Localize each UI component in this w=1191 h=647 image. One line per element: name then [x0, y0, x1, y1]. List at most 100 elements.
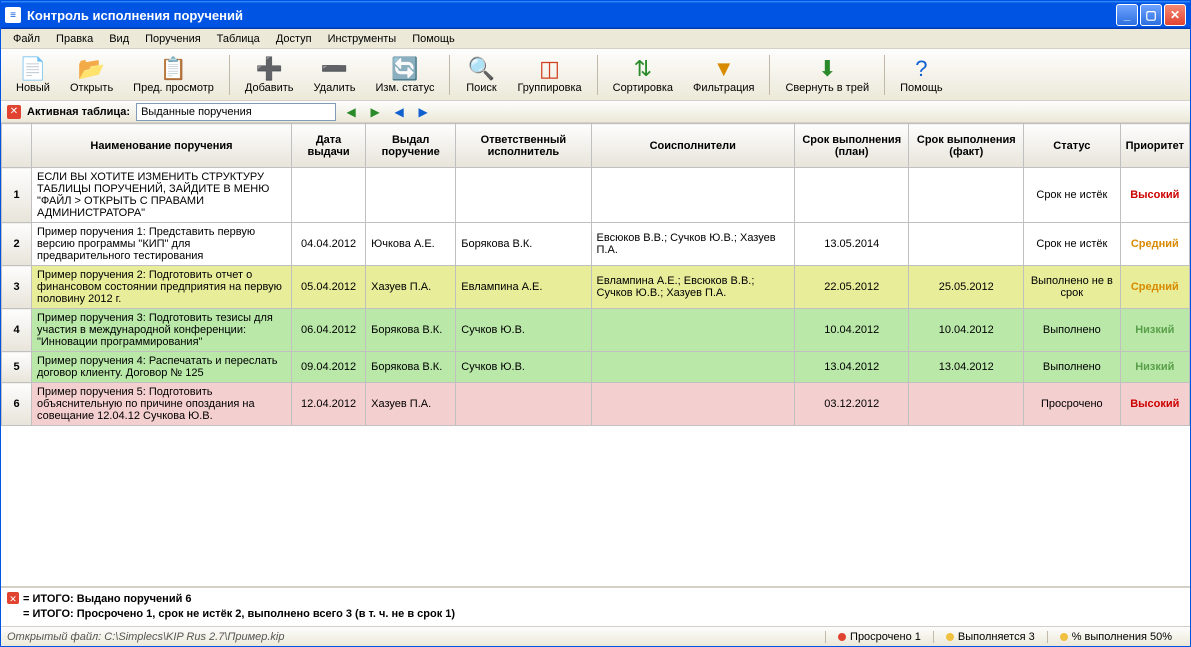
menu-Поручения[interactable]: Поручения	[137, 31, 209, 47]
status-overdue: Просрочено 1	[825, 631, 933, 643]
status-button[interactable]: 🔄Изм. статус	[367, 53, 444, 97]
filter-button[interactable]: ▼Фильтрация	[684, 53, 763, 97]
table-row[interactable]: 4Пример поручения 3: Подготовить тезисы …	[2, 309, 1190, 352]
menu-Помощь[interactable]: Помощь	[404, 31, 463, 47]
menu-Вид[interactable]: Вид	[101, 31, 137, 47]
cell	[591, 309, 794, 352]
open-file-label: Открытый файл: C:\Simplecs\KIP Rus 2.7\П…	[7, 631, 284, 643]
col-header[interactable]: Наименование поручения	[32, 124, 292, 168]
titlebar: ≡ Контроль исполнения поручений _ ▢ ✕	[1, 1, 1190, 29]
table-area[interactable]: Наименование порученияДата выдачиВыдал п…	[1, 123, 1190, 587]
col-header[interactable]: Ответственный исполнитель	[456, 124, 591, 168]
cell: Борякова В.К.	[366, 352, 456, 383]
close-table-button[interactable]: ✕	[7, 105, 21, 119]
cell: Выполнено	[1024, 309, 1121, 352]
toolbar: 📄Новый📂Открыть📋Пред. просмотр ➕Добавить➖У…	[1, 49, 1190, 101]
cell: Срок не истёк	[1024, 168, 1121, 223]
help-button[interactable]: ?Помощь	[891, 53, 952, 97]
cell: 04.04.2012	[292, 223, 366, 266]
menu-Доступ[interactable]: Доступ	[268, 31, 320, 47]
cell: 22.05.2012	[795, 266, 909, 309]
col-header[interactable]: Выдал поручение	[366, 124, 456, 168]
sort-button[interactable]: ⇅Сортировка	[604, 53, 682, 97]
open-button[interactable]: 📂Открыть	[61, 53, 122, 97]
summary-panel: ✕= ИТОГО: Выдано поручений 6 = ИТОГО: Пр…	[1, 587, 1190, 626]
status-percent: % выполнения 50%	[1047, 631, 1184, 643]
menu-Файл[interactable]: Файл	[5, 31, 48, 47]
col-header[interactable]: Статус	[1024, 124, 1121, 168]
nav-prev-blue-icon[interactable]: ◀	[390, 103, 408, 121]
preview-button[interactable]: 📋Пред. просмотр	[124, 53, 223, 97]
summary-line2: = ИТОГО: Просрочено 1, срок не истёк 2, …	[23, 608, 455, 620]
sort-label: Сортировка	[613, 82, 673, 94]
cell: Срок не истёк	[1024, 223, 1121, 266]
summary-line1: = ИТОГО: Выдано поручений 6	[23, 593, 192, 605]
open-label: Открыть	[70, 82, 113, 94]
cell	[591, 383, 794, 426]
table-row[interactable]: 3Пример поручения 2: Подготовить отчет о…	[2, 266, 1190, 309]
yellow-dot-icon	[1060, 633, 1068, 641]
cell: 1	[2, 168, 32, 223]
nav-prev-green-icon[interactable]: ◀	[342, 103, 360, 121]
table-row[interactable]: 5Пример поручения 4: Распечатать и перес…	[2, 352, 1190, 383]
table-row[interactable]: 1ЕСЛИ ВЫ ХОТИТЕ ИЗМЕНИТЬ СТРУКТУРУ ТАБЛИ…	[2, 168, 1190, 223]
cell: 05.04.2012	[292, 266, 366, 309]
nav-next-green-icon[interactable]: ▶	[366, 103, 384, 121]
cell: Ючкова А.Е.	[366, 223, 456, 266]
status-label: Изм. статус	[376, 82, 435, 94]
cell: Хазуев П.А.	[366, 383, 456, 426]
col-header[interactable]: Приоритет	[1120, 124, 1189, 168]
cell: 13.04.2012	[909, 352, 1024, 383]
col-header[interactable]: Соисполнители	[591, 124, 794, 168]
active-table-input[interactable]	[136, 103, 336, 121]
status-inprogress: Выполняется 3	[933, 631, 1047, 643]
cell	[909, 383, 1024, 426]
sort-icon: ⇅	[634, 56, 652, 82]
delete-icon: ➖	[321, 56, 348, 82]
filter-label: Фильтрация	[693, 82, 754, 94]
table-row[interactable]: 6Пример поручения 5: Подготовить объясни…	[2, 383, 1190, 426]
cell: Средний	[1120, 223, 1189, 266]
group-button[interactable]: ◫Группировка	[508, 53, 590, 97]
search-icon: 🔍	[468, 56, 495, 82]
cell: 6	[2, 383, 32, 426]
menu-Таблица[interactable]: Таблица	[209, 31, 268, 47]
cell: Сучков Ю.В.	[456, 352, 591, 383]
cell: Евсюков В.В.; Сучков Ю.В.; Хазуев П.А.	[591, 223, 794, 266]
minimize-button[interactable]: _	[1116, 4, 1138, 26]
cell: 5	[2, 352, 32, 383]
cell: Пример поручения 2: Подготовить отчет о …	[32, 266, 292, 309]
nav-next-blue-icon[interactable]: ▶	[414, 103, 432, 121]
cell: 12.04.2012	[292, 383, 366, 426]
app-icon: ≡	[5, 7, 21, 23]
col-header[interactable]: Срок выполнения (факт)	[909, 124, 1024, 168]
cell: Борякова В.К.	[456, 223, 591, 266]
cell: 13.05.2014	[795, 223, 909, 266]
filter-icon: ▼	[713, 56, 735, 82]
search-button[interactable]: 🔍Поиск	[456, 53, 506, 97]
col-header[interactable]	[2, 124, 32, 168]
col-header[interactable]: Срок выполнения (план)	[795, 124, 909, 168]
yellow-dot-icon	[946, 633, 954, 641]
menu-Инструменты[interactable]: Инструменты	[320, 31, 405, 47]
menu-Правка[interactable]: Правка	[48, 31, 101, 47]
toolbar-separator	[229, 55, 230, 95]
search-label: Поиск	[466, 82, 496, 94]
preview-icon: 📋	[160, 56, 187, 82]
close-button[interactable]: ✕	[1164, 4, 1186, 26]
delete-button[interactable]: ➖Удалить	[305, 53, 365, 97]
toolbar-separator	[769, 55, 770, 95]
add-button[interactable]: ➕Добавить	[236, 53, 303, 97]
cell	[591, 352, 794, 383]
table-row[interactable]: 2Пример поручения 1: Представить первую …	[2, 223, 1190, 266]
cell: Хазуев П.А.	[366, 266, 456, 309]
cell	[795, 168, 909, 223]
cell	[909, 168, 1024, 223]
add-icon: ➕	[256, 56, 283, 82]
col-header[interactable]: Дата выдачи	[292, 124, 366, 168]
maximize-button[interactable]: ▢	[1140, 4, 1162, 26]
window-title: Контроль исполнения поручений	[27, 8, 243, 23]
tray-button[interactable]: ⬇Свернуть в трей	[776, 53, 878, 97]
new-button[interactable]: 📄Новый	[7, 53, 59, 97]
active-table-label: Активная таблица:	[27, 106, 130, 118]
